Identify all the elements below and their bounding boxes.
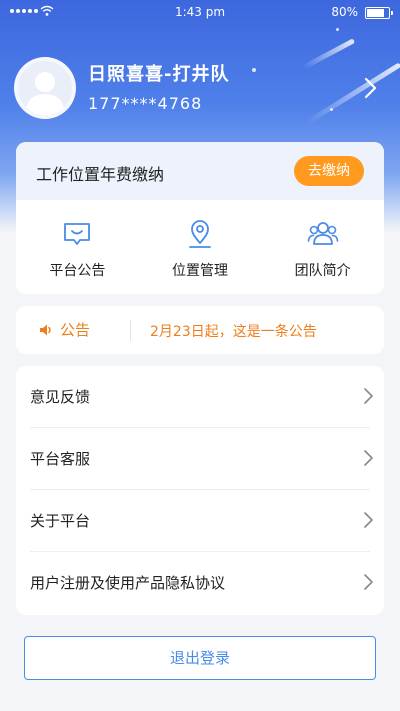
chevron-right-icon	[364, 450, 373, 466]
decorative-streak	[305, 62, 400, 125]
menu-item-label: 用户注册及使用产品隐私协议	[30, 574, 226, 592]
chevron-right-icon	[364, 574, 373, 590]
shortcut-label: 平台公告	[49, 263, 106, 279]
menu-item-support[interactable]: 平台客服	[16, 428, 384, 490]
menu-item-label: 平台客服	[30, 450, 91, 468]
notice-tag: 公告	[38, 319, 90, 340]
menu-list: 意见反馈 平台客服 关于平台 用户注册及使用产品隐私协议	[16, 366, 384, 615]
status-bar: 1:43 pm 80%	[0, 0, 400, 26]
shortcut-team[interactable]: 团队简介	[261, 200, 384, 294]
fee-title: 工作位置年费缴纳	[36, 165, 165, 184]
decorative-dot	[252, 68, 256, 72]
battery-level	[367, 9, 384, 17]
decorative-dot	[336, 28, 339, 31]
battery-icon	[365, 7, 393, 19]
logout-button[interactable]: 退出登录	[24, 636, 376, 680]
menu-item-label: 关于平台	[30, 512, 91, 530]
notice-bar[interactable]: 公告 2月23日起，这是一条公告	[16, 306, 384, 354]
user-silhouette-icon	[25, 72, 65, 115]
fee-row: 工作位置年费缴纳 去缴纳	[16, 142, 384, 200]
announcement-icon	[64, 223, 91, 245]
chevron-right-icon	[364, 388, 373, 404]
shortcut-label: 位置管理	[172, 263, 228, 279]
shortcut-label: 团队简介	[294, 263, 351, 279]
team-icon	[307, 222, 338, 245]
chevron-right-icon	[364, 512, 373, 528]
user-name: 日照喜喜-打井队	[88, 64, 230, 85]
menu-item-privacy-agreement[interactable]: 用户注册及使用产品隐私协议	[16, 552, 384, 614]
divider	[130, 320, 131, 341]
notice-tag-label: 公告	[60, 321, 91, 339]
avatar[interactable]	[14, 57, 76, 119]
battery-percent: 80%	[331, 5, 358, 19]
user-phone: 177****4768	[88, 94, 203, 113]
notice-text: 2月23日起，这是一条公告	[150, 324, 317, 340]
shortcut-grid: 平台公告 位置管理 团队简介	[16, 200, 384, 294]
decorative-streak	[301, 38, 356, 70]
speaker-icon	[40, 324, 51, 335]
shortcut-announcements[interactable]: 平台公告	[16, 200, 139, 294]
location-pin-icon	[189, 220, 211, 248]
chevron-right-icon[interactable]	[360, 76, 382, 100]
pay-button[interactable]: 去缴纳	[294, 156, 364, 186]
decorative-dot	[330, 108, 333, 111]
menu-item-label: 意见反馈	[30, 388, 91, 406]
menu-item-feedback[interactable]: 意见反馈	[16, 366, 384, 428]
menu-item-about[interactable]: 关于平台	[16, 490, 384, 552]
shortcut-location[interactable]: 位置管理	[139, 200, 262, 294]
fee-card: 工作位置年费缴纳 去缴纳 平台公告 位置管理 团队简介	[16, 142, 384, 294]
